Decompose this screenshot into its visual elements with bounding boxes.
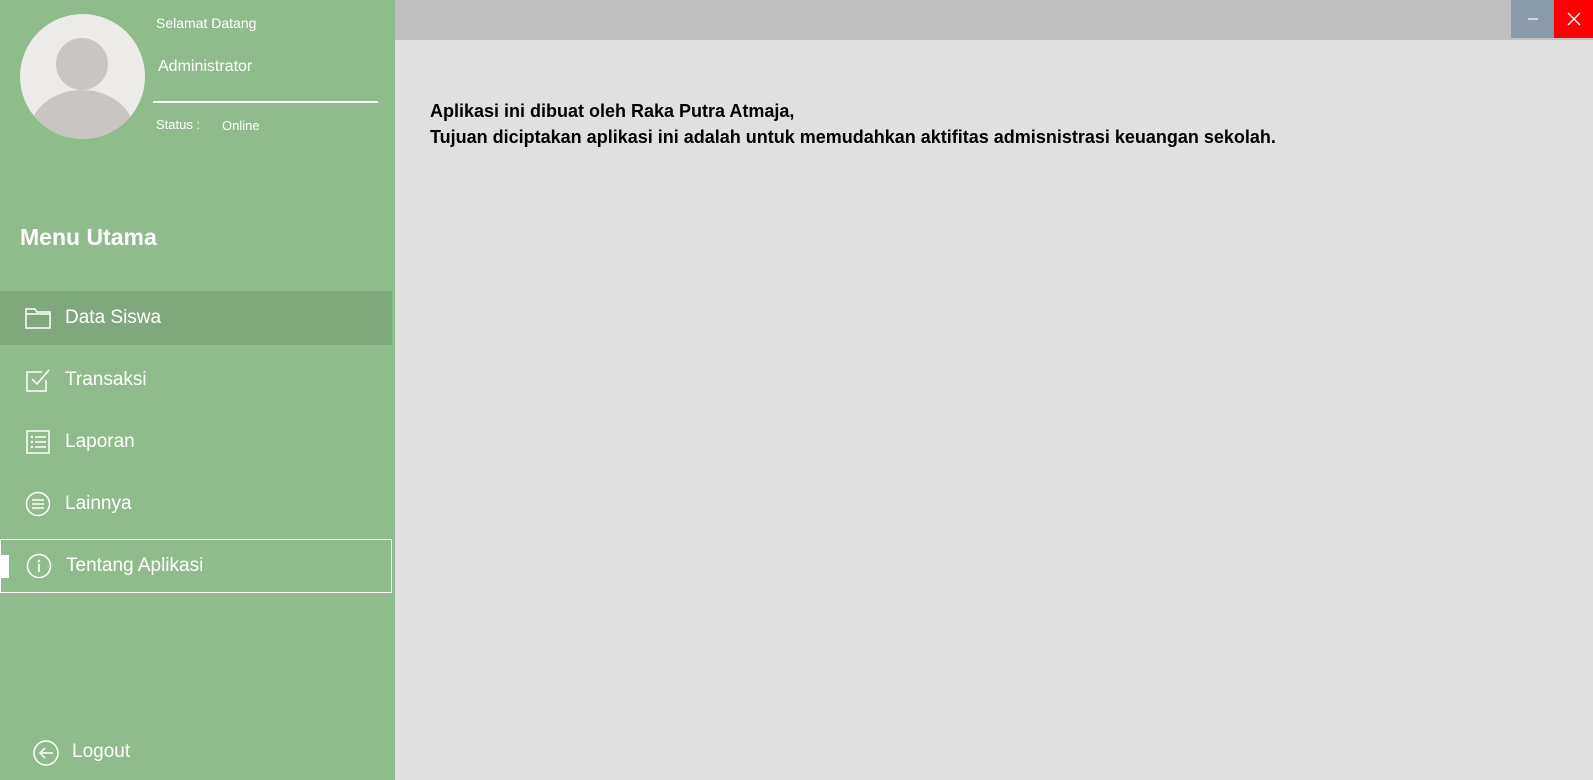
about-line-1: Aplikasi ini dibuat oleh Raka Putra Atma… [430, 101, 795, 121]
minimize-button[interactable] [1511, 0, 1554, 38]
selected-indicator [1, 555, 9, 578]
list-icon [26, 430, 50, 454]
menu-item-label: Lainnya [65, 493, 132, 514]
profile-divider [153, 101, 378, 103]
avatar [20, 14, 145, 139]
menu-title: Menu Utama [20, 224, 157, 250]
welcome-text: Selamat Datang [156, 15, 257, 31]
menu-item-label: Data Siswa [65, 307, 162, 328]
minimize-icon [1527, 18, 1538, 20]
folder-icon [25, 308, 51, 329]
menu-item-label: Laporan [65, 431, 135, 452]
logout-button[interactable]: Logout [30, 738, 170, 768]
status-label: Status : [156, 117, 201, 132]
checkbox-icon [26, 369, 50, 392]
status-value: Online [222, 118, 260, 133]
sidebar: Selamat Datang Administrator Status : On… [0, 0, 395, 780]
menu-item-transaksi[interactable]: Transaksi [0, 353, 392, 407]
info-icon [26, 553, 52, 579]
username: Administrator [158, 58, 253, 75]
logout-label: Logout [72, 741, 131, 762]
title-bar[interactable] [395, 0, 1593, 40]
menu-item-lainnya[interactable]: Lainnya [0, 477, 392, 531]
menu-circle-icon [25, 491, 51, 517]
menu-item-tentang-aplikasi[interactable]: Tentang Aplikasi [0, 539, 392, 593]
about-line-2: Tujuan diciptakan aplikasi ini adalah un… [430, 127, 1276, 147]
close-button[interactable] [1554, 0, 1593, 38]
back-arrow-icon [33, 740, 59, 766]
menu-item-label: Transaksi [65, 369, 147, 390]
menu-item-label: Tentang Aplikasi [66, 555, 204, 576]
menu-item-data-siswa[interactable]: Data Siswa [0, 291, 392, 345]
about-text: Aplikasi ini dibuat oleh Raka Putra Atma… [430, 98, 1276, 150]
user-avatar-icon [30, 38, 134, 139]
menu-item-laporan[interactable]: Laporan [0, 415, 392, 469]
close-icon [1567, 12, 1580, 26]
